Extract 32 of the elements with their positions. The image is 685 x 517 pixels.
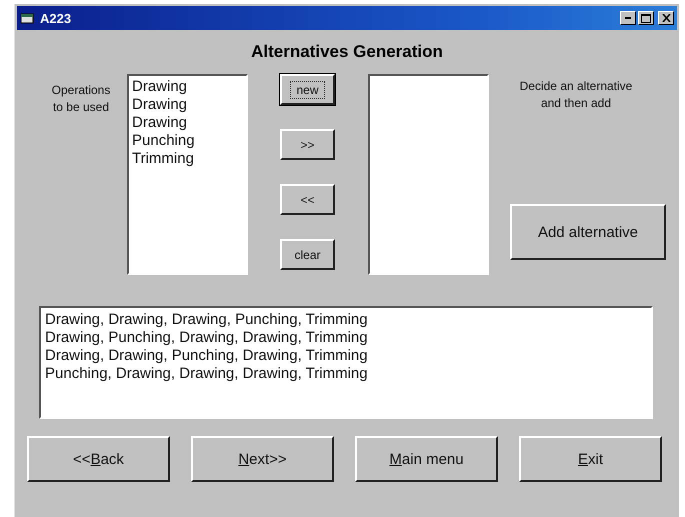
close-button[interactable] <box>658 11 674 25</box>
operations-label: Operations to be used <box>50 82 112 116</box>
list-item[interactable]: Trimming <box>132 150 243 168</box>
alternative-list[interactable] <box>368 74 489 275</box>
nav-button[interactable]: <<Back <box>27 436 170 482</box>
minimize-button[interactable] <box>620 11 636 25</box>
add-alternative-button[interactable]: Add alternative <box>510 204 666 260</box>
window-title: A223 <box>40 10 72 26</box>
close-icon <box>662 14 670 22</box>
dialog-heading: Alternatives Generation <box>251 42 443 62</box>
list-item[interactable]: Drawing, Drawing, Punching, Drawing, Trimming <box>45 347 647 365</box>
maximize-icon <box>641 14 651 22</box>
alternatives-list[interactable]: Drawing, Drawing, Drawing, Punching, Trimming Drawing, Punching, Drawing, Drawing, Trimming Drawing, Drawing, Punching, Drawing, Trimming Punching, Drawing, Drawing, Drawing, Trimming <box>39 306 653 419</box>
list-item[interactable]: Punching <box>132 132 243 150</box>
app-icon <box>20 11 36 25</box>
hint-text: Decide an alternative and then add <box>518 78 634 112</box>
list-item[interactable]: Drawing <box>132 96 243 114</box>
operations-list[interactable]: Drawing Drawing Drawing Punching Trimming <box>127 74 248 275</box>
list-item[interactable]: Drawing <box>132 78 243 96</box>
list-button[interactable]: >> <box>280 129 335 160</box>
nav-button[interactable]: Next>> <box>191 436 334 482</box>
list-item[interactable]: Drawing, Drawing, Drawing, Punching, Trimming <box>45 311 647 329</box>
list-button[interactable]: << <box>280 184 335 215</box>
minimize-icon <box>625 17 631 19</box>
maximize-button[interactable] <box>638 11 654 25</box>
list-button[interactable]: new <box>280 74 335 105</box>
nav-button[interactable]: Exit <box>519 436 662 482</box>
list-item[interactable]: Drawing <box>132 114 243 132</box>
nav-button[interactable]: Main menu <box>355 436 498 482</box>
list-item[interactable]: Punching, Drawing, Drawing, Drawing, Trimming <box>45 365 647 383</box>
list-item[interactable]: Drawing, Punching, Drawing, Drawing, Trimming <box>45 329 647 347</box>
list-button[interactable]: clear <box>280 239 335 270</box>
